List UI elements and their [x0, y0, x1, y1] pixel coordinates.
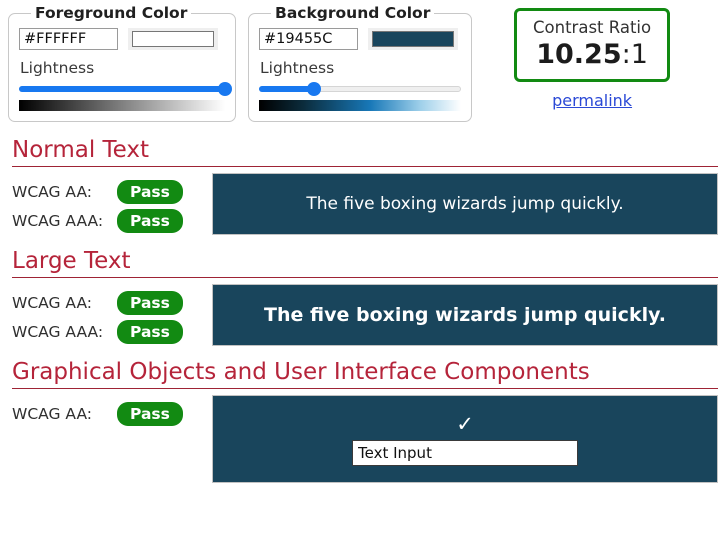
- preview-sample-text: The five boxing wizards jump quickly.: [306, 194, 624, 214]
- background-lightness-label: Lightness: [260, 59, 335, 77]
- criteria-row: WCAG AA: Pass: [12, 177, 212, 206]
- foreground-swatch-wrap: [128, 28, 218, 50]
- criteria-label: WCAG AA:: [12, 293, 93, 312]
- contrast-ratio-suffix: :1: [621, 39, 648, 70]
- section-graphical-objects: Graphical Objects and User Interface Com…: [0, 358, 726, 483]
- status-badge: Pass: [117, 290, 183, 315]
- status-badge: Pass: [117, 401, 183, 426]
- criteria-label: WCAG AA:: [12, 182, 93, 201]
- background-swatch-wrap: [368, 28, 458, 50]
- contrast-ratio-title: Contrast Ratio: [533, 18, 652, 37]
- background-lightness-slider[interactable]: [259, 81, 461, 97]
- preview-sample-text: The five boxing wizards jump quickly.: [264, 304, 666, 326]
- section-title-graphical-objects: Graphical Objects and User Interface Com…: [12, 359, 590, 385]
- permalink-link[interactable]: permalink: [514, 91, 670, 110]
- foreground-gradient-bar: [19, 100, 225, 111]
- background-color-swatch[interactable]: [372, 31, 454, 47]
- foreground-slider-fill: [19, 86, 225, 92]
- criteria-list-large-text: WCAG AA: Pass WCAG AAA: Pass: [12, 284, 212, 346]
- status-badge: Pass: [117, 319, 183, 344]
- section-rule-graphical-objects: [12, 388, 718, 389]
- criteria-list-normal-text: WCAG AA: Pass WCAG AAA: Pass: [12, 173, 212, 235]
- foreground-lightness-label: Lightness: [20, 59, 95, 77]
- section-body-graphical-objects: WCAG AA: Pass ✓: [12, 395, 718, 483]
- section-large-text: Large Text WCAG AA: Pass WCAG AAA: Pass …: [0, 247, 726, 346]
- criteria-list-graphical-objects: WCAG AA: Pass: [12, 395, 212, 428]
- contrast-ratio-column: Contrast Ratio 10.25:1 permalink: [514, 4, 671, 110]
- section-rule-normal-text: [12, 166, 718, 167]
- foreground-swatch-row: [19, 28, 225, 50]
- foreground-color-group: Foreground Color Lightness: [8, 4, 236, 122]
- status-badge: Pass: [117, 208, 183, 233]
- section-body-normal-text: WCAG AA: Pass WCAG AAA: Pass The five bo…: [12, 173, 718, 235]
- section-rule-large-text: [12, 277, 718, 278]
- check-icon: ✓: [456, 411, 474, 436]
- section-normal-text: Normal Text WCAG AA: Pass WCAG AAA: Pass…: [0, 136, 726, 235]
- background-hex-input[interactable]: [259, 28, 358, 50]
- section-title-normal-text: Normal Text: [12, 137, 150, 163]
- background-color-group: Background Color Lightness: [248, 4, 472, 122]
- criteria-row: WCAG AA: Pass: [12, 399, 212, 428]
- contrast-ratio-value: 10.25:1: [533, 39, 651, 71]
- section-title-large-text: Large Text: [12, 248, 131, 274]
- section-body-large-text: WCAG AA: Pass WCAG AAA: Pass The five bo…: [12, 284, 718, 346]
- criteria-label: WCAG AA:: [12, 404, 93, 423]
- foreground-legend: Foreground Color: [35, 4, 188, 22]
- background-legend: Background Color: [275, 4, 431, 22]
- foreground-lightness-slider[interactable]: [19, 81, 232, 97]
- background-slider-thumb[interactable]: [306, 82, 321, 96]
- contrast-ratio-number: 10.25: [536, 39, 622, 70]
- criteria-label: WCAG AAA:: [12, 211, 104, 230]
- preview-large-text: The five boxing wizards jump quickly.: [212, 284, 718, 346]
- foreground-slider-thumb[interactable]: [218, 82, 232, 96]
- criteria-row: WCAG AAA: Pass: [12, 317, 212, 346]
- background-swatch-row: [259, 28, 461, 50]
- background-gradient-bar: [259, 100, 461, 111]
- foreground-color-swatch[interactable]: [132, 31, 214, 47]
- preview-graphical-objects: ✓: [212, 395, 718, 483]
- contrast-ratio-box: Contrast Ratio 10.25:1: [514, 8, 671, 82]
- background-slider-fill: [259, 86, 314, 92]
- demo-text-input[interactable]: [352, 439, 578, 466]
- preview-normal-text: The five boxing wizards jump quickly.: [212, 173, 718, 235]
- controls-row: Foreground Color Lightness Background Co…: [0, 0, 726, 122]
- status-badge: Pass: [117, 179, 183, 204]
- criteria-label: WCAG AAA:: [12, 322, 104, 341]
- criteria-row: WCAG AAA: Pass: [12, 206, 212, 235]
- criteria-row: WCAG AA: Pass: [12, 288, 212, 317]
- foreground-hex-input[interactable]: [19, 28, 118, 50]
